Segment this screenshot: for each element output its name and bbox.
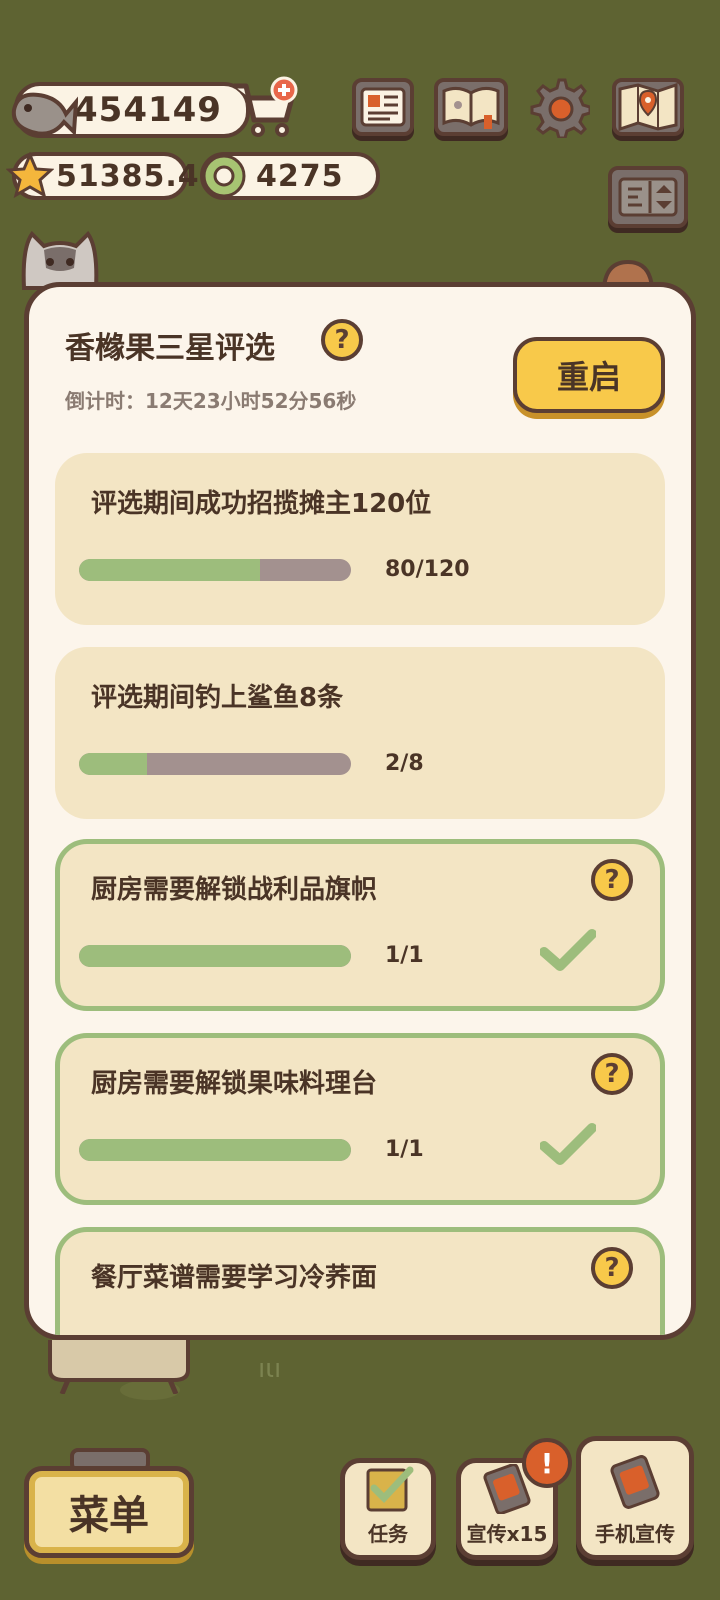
- phone-promo-label: 手机宣传: [595, 1522, 675, 1546]
- event-title: 香橼果三星评选: [65, 331, 275, 366]
- rating-event-panel: 香橼果三星评选 ? 倒计时：12天23小时52分56秒 重启 评选期间成功招揽摊…: [24, 282, 696, 1340]
- promo-label: 宣传x15: [466, 1522, 548, 1546]
- alert-badge-icon: !: [522, 1438, 572, 1488]
- grass-tuft: ıιı: [258, 1354, 282, 1384]
- event-countdown: 倒计时：12天23小时52分56秒: [65, 389, 357, 413]
- task-item: 餐厅菜谱需要学习冷荞面 ?: [55, 1227, 665, 1335]
- sort-icon: [618, 177, 678, 217]
- fish-amount: 454149: [74, 90, 222, 130]
- progress-text: 80/120: [385, 557, 470, 582]
- check-icon: [540, 1123, 596, 1165]
- task-item: 厨房需要解锁果味料理台 ? 1/1: [55, 1033, 665, 1205]
- restart-button[interactable]: 重启: [513, 337, 665, 413]
- progress-fill: [79, 559, 261, 581]
- fish-icon: [8, 80, 79, 148]
- checklist-icon: [366, 1466, 414, 1512]
- tasks-button[interactable]: 任务: [340, 1458, 436, 1560]
- menu-button[interactable]: 菜单: [24, 1466, 194, 1558]
- star-amount: 51385.4: [56, 158, 200, 194]
- progress-bar: [79, 559, 351, 581]
- gear-icon: [530, 78, 590, 138]
- ring-amount: 4275: [256, 158, 344, 194]
- progress-bar: [79, 945, 351, 967]
- newspaper-icon: [360, 87, 406, 127]
- task-help-icon[interactable]: ?: [591, 859, 633, 901]
- progress-bar: [79, 1139, 351, 1161]
- task-item: 评选期间钓上鲨鱼8条 2/8: [55, 647, 665, 819]
- stall-decoration: [44, 1340, 194, 1395]
- task-item: 评选期间成功招揽摊主120位 80/120: [55, 453, 665, 625]
- task-title: 评选期间钓上鲨鱼8条: [91, 683, 344, 713]
- task-title: 厨房需要解锁战利品旗帜: [91, 875, 378, 905]
- progress-fill: [79, 1139, 351, 1161]
- task-help-icon[interactable]: ?: [591, 1247, 633, 1289]
- task-title: 餐厅菜谱需要学习冷荞面: [91, 1263, 378, 1293]
- news-button[interactable]: [352, 78, 414, 136]
- task-item: 厨房需要解锁战利品旗帜 ? 1/1: [55, 839, 665, 1011]
- progress-fill: [79, 945, 351, 967]
- task-title: 厨房需要解锁果味料理台: [91, 1069, 378, 1099]
- star-icon: [5, 151, 55, 204]
- task-title: 评选期间成功招揽摊主120位: [91, 489, 432, 519]
- phone-promo-icon: [610, 1455, 660, 1509]
- map-icon: [618, 83, 678, 131]
- progress-text: 1/1: [385, 943, 424, 968]
- book-button[interactable]: [434, 78, 508, 136]
- progress-text: 2/8: [385, 751, 424, 776]
- settings-button[interactable]: [528, 78, 590, 138]
- map-button[interactable]: [612, 78, 684, 136]
- progress-text: 1/1: [385, 1137, 424, 1162]
- sort-toggle-button[interactable]: [608, 166, 688, 228]
- task-help-icon[interactable]: ?: [591, 1053, 633, 1095]
- check-icon: [540, 929, 596, 971]
- tasks-label: 任务: [368, 1522, 408, 1546]
- book-icon: [442, 86, 500, 129]
- progress-bar: [79, 753, 351, 775]
- phone-promo-button[interactable]: 手机宣传: [576, 1436, 694, 1560]
- shop-cart-button[interactable]: [230, 76, 300, 140]
- progress-fill: [79, 753, 147, 775]
- ring-icon: [200, 152, 248, 204]
- event-help-icon[interactable]: ?: [321, 319, 363, 361]
